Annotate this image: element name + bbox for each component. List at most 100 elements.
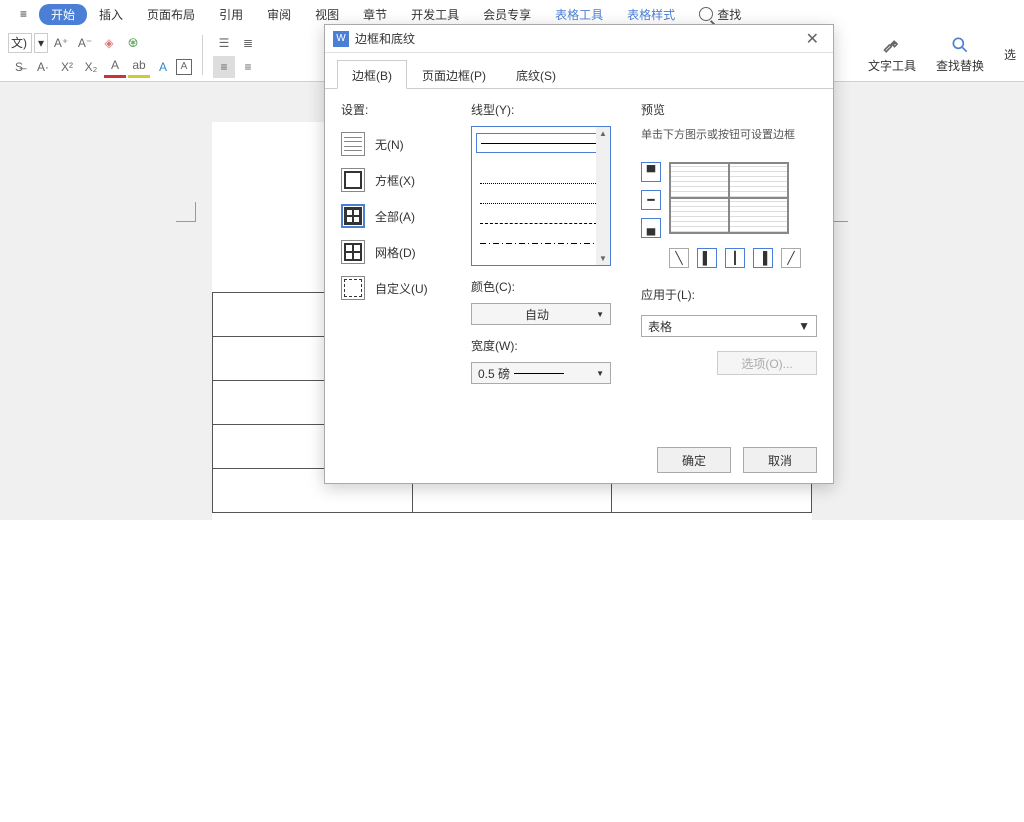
preset-none-label: 无(N) bbox=[375, 136, 404, 153]
edge-diag1-button[interactable]: ╲ bbox=[669, 248, 689, 268]
margin-corner-tl bbox=[176, 202, 196, 222]
applyto-combo[interactable]: 表格 ▼ bbox=[641, 315, 817, 337]
paragraph-group: ☰ ≣ ≡ ≡ bbox=[213, 32, 259, 78]
font-group: 文) ▾ A⁺ A⁻ ◈ ♼ S̶ A· X² X₂ A ab A A bbox=[8, 32, 192, 78]
preset-none[interactable]: 无(N) bbox=[341, 132, 451, 156]
scroll-up-icon[interactable]: ▲ bbox=[599, 129, 607, 138]
borders-shading-dialog: W 边框和底纹 ✕ 边框(B) 页面边框(P) 底纹(S) 设置: 无(N) 方… bbox=[324, 24, 834, 484]
menu-review[interactable]: 审阅 bbox=[255, 2, 303, 27]
ribbon-separator bbox=[202, 35, 203, 75]
font-size-combo[interactable]: ▾ bbox=[34, 33, 48, 53]
align-justify-button[interactable]: ≡ bbox=[213, 56, 235, 78]
style-column: 线型(Y): ▲ ▼ 颜色(C): 自动 ▼ 宽度(W): 0.5 磅 bbox=[471, 101, 621, 425]
preset-grid-icon bbox=[341, 240, 365, 264]
line-style-solid[interactable] bbox=[476, 133, 606, 153]
width-label: 宽度(W): bbox=[471, 337, 621, 354]
preset-all[interactable]: 全部(A) bbox=[341, 204, 451, 228]
preset-box-label: 方框(X) bbox=[375, 172, 415, 189]
strike-button[interactable]: S̶ bbox=[8, 56, 30, 78]
bullets-button[interactable]: ☰ bbox=[213, 32, 235, 54]
preset-custom-icon bbox=[341, 276, 365, 300]
preset-custom[interactable]: 自定义(U) bbox=[341, 276, 451, 300]
edge-bottom-button[interactable]: ▄ bbox=[641, 218, 661, 238]
line-style-dashed-fine[interactable] bbox=[476, 193, 606, 213]
width-combo[interactable]: 0.5 磅 ▼ bbox=[471, 362, 611, 384]
color-combo[interactable]: 自动 ▼ bbox=[471, 303, 611, 325]
preset-grid-label: 网格(D) bbox=[375, 244, 416, 261]
preview-canvas: ▀ ━ ▄ bbox=[641, 162, 817, 238]
preset-all-label: 全部(A) bbox=[375, 208, 415, 225]
preview-grid[interactable] bbox=[669, 162, 789, 234]
menu-table-style[interactable]: 表格样式 bbox=[615, 2, 687, 27]
line-style-dotted[interactable] bbox=[476, 173, 606, 193]
dialog-titlebar[interactable]: W 边框和底纹 ✕ bbox=[325, 25, 833, 53]
char-shading-button[interactable]: A bbox=[152, 56, 174, 78]
edge-vmid-button[interactable]: ┃ bbox=[725, 248, 745, 268]
wrench-icon bbox=[882, 35, 902, 55]
applyto-label: 应用于(L): bbox=[641, 286, 817, 303]
text-tool-button[interactable]: 文字工具 bbox=[868, 35, 916, 74]
char-border-button[interactable]: A bbox=[176, 59, 192, 75]
select-label: 选 bbox=[1004, 46, 1016, 63]
superscript-button[interactable]: X² bbox=[56, 56, 78, 78]
edge-top-button[interactable]: ▀ bbox=[641, 162, 661, 182]
applyto-value: 表格 bbox=[648, 318, 672, 335]
preset-box[interactable]: 方框(X) bbox=[341, 168, 451, 192]
menu-section[interactable]: 章节 bbox=[351, 2, 399, 27]
edge-right-button[interactable]: ▐ bbox=[753, 248, 773, 268]
linetype-label: 线型(Y): bbox=[471, 101, 621, 118]
align-left-button[interactable]: ≡ bbox=[237, 56, 259, 78]
edge-left-button[interactable]: ▌ bbox=[697, 248, 717, 268]
cancel-button[interactable]: 取消 bbox=[743, 447, 817, 473]
settings-column: 设置: 无(N) 方框(X) 全部(A) 网格(D) 自定义(U) bbox=[341, 101, 451, 425]
scroll-down-icon[interactable]: ▼ bbox=[599, 254, 607, 263]
line-style-none[interactable] bbox=[476, 153, 606, 173]
menu-dev[interactable]: 开发工具 bbox=[399, 2, 471, 27]
edge-diag2-button[interactable]: ╱ bbox=[781, 248, 801, 268]
font-decrease-button[interactable]: A⁻ bbox=[74, 32, 96, 54]
line-list-scrollbar[interactable]: ▲ ▼ bbox=[596, 127, 610, 265]
preset-grid[interactable]: 网格(D) bbox=[341, 240, 451, 264]
color-label: 颜色(C): bbox=[471, 278, 621, 295]
chevron-down-icon: ▼ bbox=[798, 319, 810, 333]
font-name-combo[interactable]: 文) bbox=[8, 33, 32, 53]
app-icon: W bbox=[333, 31, 349, 47]
clear-format-button[interactable]: ◈ bbox=[98, 32, 120, 54]
search-area[interactable]: 查找 bbox=[699, 6, 741, 23]
dialog-footer: 确定 取消 bbox=[325, 437, 833, 483]
select-button[interactable]: 选 bbox=[1004, 46, 1016, 63]
tab-border[interactable]: 边框(B) bbox=[337, 60, 407, 89]
menu-ref[interactable]: 引用 bbox=[207, 2, 255, 27]
preset-all-icon bbox=[341, 204, 365, 228]
line-style-dashdot[interactable] bbox=[476, 233, 606, 253]
menu-layout[interactable]: 页面布局 bbox=[135, 2, 207, 27]
edge-buttons-left: ▀ ━ ▄ bbox=[641, 162, 661, 238]
tab-shading[interactable]: 底纹(S) bbox=[501, 60, 571, 89]
highlight-button[interactable]: ab bbox=[128, 56, 150, 78]
format-painter-button[interactable]: ♼ bbox=[122, 32, 144, 54]
close-button[interactable]: ✕ bbox=[800, 29, 825, 49]
edge-hmid-button[interactable]: ━ bbox=[641, 190, 661, 210]
subscript-button[interactable]: X₂ bbox=[80, 56, 102, 78]
numbering-button[interactable]: ≣ bbox=[237, 32, 259, 54]
menu-table-tool[interactable]: 表格工具 bbox=[543, 2, 615, 27]
dot-button[interactable]: A· bbox=[32, 56, 54, 78]
dialog-tabs: 边框(B) 页面边框(P) 底纹(S) bbox=[325, 59, 833, 89]
line-style-list[interactable]: ▲ ▼ bbox=[471, 126, 611, 266]
find-replace-button[interactable]: 查找替换 bbox=[936, 35, 984, 74]
tab-page-border[interactable]: 页面边框(P) bbox=[407, 60, 501, 89]
ribbon-right: 文字工具 查找替换 选 bbox=[868, 35, 1016, 74]
menu-back-icon[interactable]: ≡ bbox=[8, 3, 39, 25]
dialog-body: 设置: 无(N) 方框(X) 全部(A) 网格(D) 自定义(U) bbox=[325, 89, 833, 437]
menu-start[interactable]: 开始 bbox=[39, 4, 87, 25]
preview-column: 预览 单击下方图示或按钮可设置边框 ▀ ━ ▄ ╲ ▌ ┃ ▐ ╱ 应用于(L)… bbox=[641, 101, 817, 425]
menu-member[interactable]: 会员专享 bbox=[471, 2, 543, 27]
search-icon bbox=[699, 7, 713, 21]
menu-view[interactable]: 视图 bbox=[303, 2, 351, 27]
font-increase-button[interactable]: A⁺ bbox=[50, 32, 72, 54]
preview-hint: 单击下方图示或按钮可设置边框 bbox=[641, 126, 817, 142]
menu-insert[interactable]: 插入 bbox=[87, 2, 135, 27]
line-style-dashed[interactable] bbox=[476, 213, 606, 233]
ok-button[interactable]: 确定 bbox=[657, 447, 731, 473]
font-color-button[interactable]: A bbox=[104, 56, 126, 78]
